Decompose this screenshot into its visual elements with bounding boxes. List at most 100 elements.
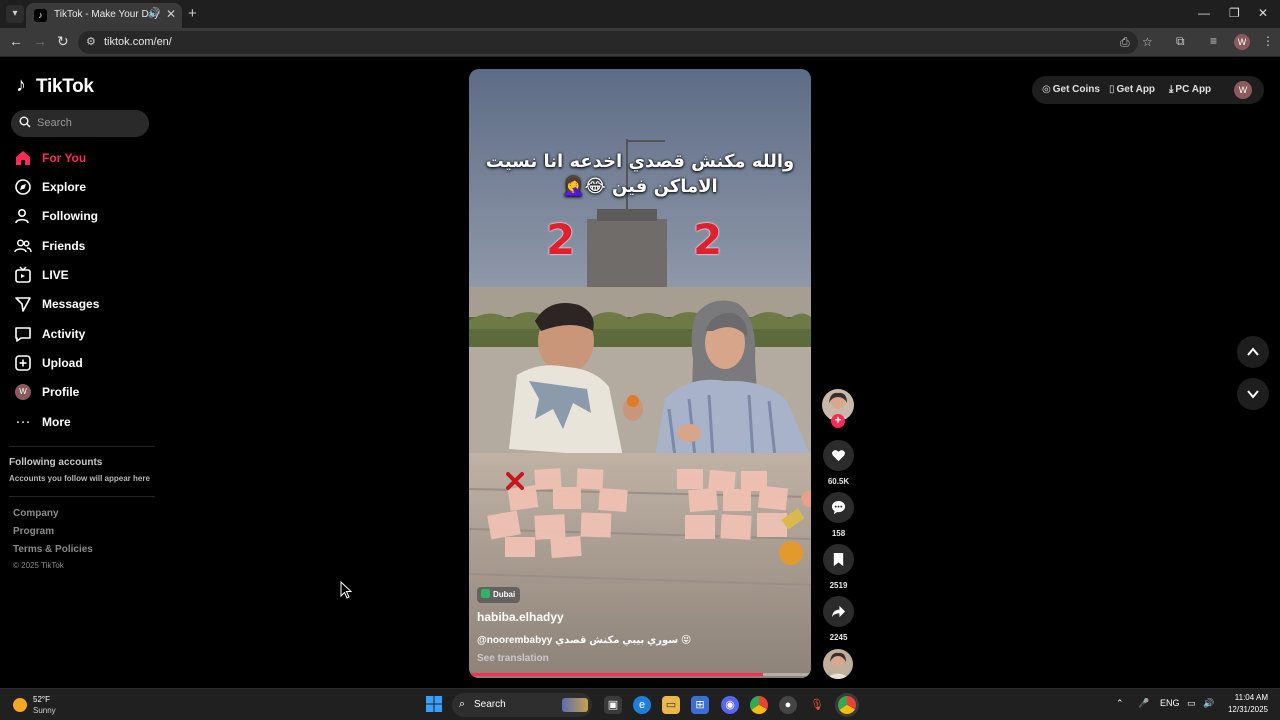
comment-icon (831, 500, 846, 515)
nav-label: Messages (42, 297, 100, 311)
comment-count: 158 (831, 529, 846, 538)
get-coins-button[interactable]: ◎ Get Coins (1042, 84, 1100, 95)
browser-menu-icon[interactable]: ⋮ (1262, 34, 1274, 48)
sun-icon[interactable] (13, 698, 27, 712)
video-player[interactable]: والله مكنش قصدي اخدعه انا نسيت الاماكن ف… (469, 69, 811, 678)
restore-icon[interactable]: ❐ (1229, 6, 1240, 20)
nav-label: For You (42, 151, 87, 165)
video-progress-fill (469, 673, 764, 676)
save-button[interactable] (823, 544, 854, 575)
volume-icon[interactable]: 🔊 (1203, 698, 1214, 709)
omnibox[interactable]: ⚙ tiktok.com/en/ ⎙ ☆ (78, 31, 1153, 54)
search-input[interactable]: Search (11, 110, 149, 137)
language-indicator[interactable]: ENG (1160, 698, 1180, 708)
microsoft-store-icon[interactable]: ⊞ (691, 696, 709, 714)
next-video-button[interactable] (1237, 378, 1269, 410)
previous-video-button[interactable] (1237, 336, 1269, 368)
file-explorer-icon[interactable]: ▭ (662, 696, 680, 714)
divider (9, 446, 155, 447)
music-disc[interactable] (823, 649, 853, 679)
nav-activity[interactable]: Activity (14, 322, 154, 346)
taskbar-search[interactable]: ⌕ Search (452, 693, 592, 717)
nav-profile[interactable]: W Profile (14, 380, 154, 404)
bookmark-star-icon[interactable]: ☆ (1142, 35, 1153, 49)
nav-explore[interactable]: Explore (14, 175, 154, 199)
tab-search-button[interactable]: ▾ (6, 5, 24, 23)
weather-description[interactable]: Sunny (33, 706, 56, 715)
user-avatar[interactable]: W (1234, 81, 1252, 99)
bookmark-icon (833, 552, 844, 567)
discord-icon[interactable]: ◉ (721, 696, 739, 714)
see-translation-link[interactable]: See translation (477, 653, 549, 664)
header-actions: ◎ Get Coins ▯ Get App ⤓ PC App W (1032, 76, 1264, 104)
location-badge[interactable]: Dubai (477, 587, 521, 603)
video-progress-bar[interactable] (469, 673, 811, 676)
score-left: 2 (546, 215, 576, 264)
footer-program-link[interactable]: Program (13, 526, 54, 537)
tab-title: TikTok - Make Your Day (54, 9, 160, 20)
profile-avatar: W (15, 384, 31, 400)
score-right: 2 (693, 215, 723, 264)
nav-label: Activity (42, 327, 86, 341)
recorder-icon[interactable]: 🎙 (808, 696, 826, 714)
new-tab-button[interactable]: + (188, 5, 197, 22)
clock-time[interactable]: 11:04 AM (1230, 693, 1268, 702)
divider (9, 496, 155, 497)
avatar-icon: W (14, 383, 32, 401)
extensions-icon[interactable]: ⧉ (1176, 34, 1185, 49)
browser-tab[interactable]: ♪ TikTok - Make Your Day 🔊 ✕ (26, 3, 182, 28)
copyright: © 2025 TikTok (13, 561, 64, 570)
chrome-profile-icon[interactable] (838, 696, 856, 714)
home-icon (14, 149, 32, 167)
video-author[interactable]: habiba.elhadyy (477, 610, 564, 624)
install-app-icon[interactable]: ⎙ (1120, 35, 1130, 50)
forward-icon[interactable]: → (33, 33, 47, 49)
nav-label: Profile (42, 385, 80, 399)
nav-label: Upload (42, 356, 83, 370)
search-placeholder: Search (37, 117, 72, 129)
footer-company-link[interactable]: Company (13, 508, 59, 519)
clock-date[interactable]: 12/31/2025 (1222, 705, 1268, 714)
nav-label: Explore (42, 180, 87, 194)
windows-taskbar: 52°F Sunny ⌕ Search ▣ e ▭ ⊞ ◉ ● 🎙 ⌃ 🎤 EN… (0, 688, 1280, 720)
footer-terms-link[interactable]: Terms & Policies (13, 544, 93, 555)
github-icon[interactable]: ● (779, 696, 797, 714)
like-button[interactable] (823, 440, 854, 471)
pc-app-button[interactable]: ⤓ PC App (1169, 84, 1211, 95)
microphone-icon[interactable]: 🎤 (1138, 698, 1149, 709)
media-controls-icon[interactable]: ≡ (1210, 34, 1217, 48)
chrome-icon[interactable] (750, 696, 768, 714)
network-icon[interactable]: ▭ (1187, 698, 1196, 709)
tab-audio-icon[interactable]: 🔊 (148, 8, 160, 19)
caption-line-1: والله مكنش قصدي اخدعه انا نسيت (485, 151, 795, 172)
nav-messages[interactable]: Messages (14, 292, 154, 316)
back-icon[interactable]: ← (9, 33, 23, 49)
tab-close-icon[interactable]: ✕ (166, 7, 176, 21)
nav-more[interactable]: ··· More (14, 410, 154, 434)
get-app-button[interactable]: ▯ Get App (1109, 84, 1155, 95)
start-button[interactable] (425, 696, 443, 714)
follow-plus-icon[interactable]: + (831, 414, 845, 428)
tray-overflow-icon[interactable]: ⌃ (1116, 698, 1124, 709)
user-icon (14, 207, 32, 225)
url-text[interactable]: tiktok.com/en/ (104, 36, 172, 48)
nav-following[interactable]: Following (14, 204, 154, 228)
minimize-icon[interactable]: — (1198, 6, 1210, 20)
task-view-icon[interactable]: ▣ (604, 696, 622, 714)
browser-profile-avatar[interactable]: W (1234, 34, 1250, 50)
site-info-icon[interactable]: ⚙ (86, 35, 96, 48)
nav-upload[interactable]: Upload (14, 351, 154, 375)
share-button[interactable] (823, 596, 854, 627)
comment-button[interactable] (823, 492, 854, 523)
nav-friends[interactable]: Friends (14, 234, 154, 258)
caption-line-2: الاماكن فين 😂🤦‍♀️ (562, 176, 718, 197)
edge-icon[interactable]: e (633, 696, 651, 714)
window-close-icon[interactable]: ✕ (1258, 6, 1268, 20)
music-disc-image (823, 649, 853, 679)
browser-tab-bar: ▾ ♪ TikTok - Make Your Day 🔊 ✕ + — ❐ ✕ (0, 0, 1280, 28)
nav-live[interactable]: LIVE (14, 263, 154, 287)
nav-for-you[interactable]: For You (14, 146, 154, 170)
weather-temperature[interactable]: 52°F (33, 695, 50, 704)
reload-icon[interactable]: ↻ (57, 33, 69, 50)
video-description: @noorembabyy سوري بيبي مكنش قصدي 😝 (477, 635, 692, 646)
